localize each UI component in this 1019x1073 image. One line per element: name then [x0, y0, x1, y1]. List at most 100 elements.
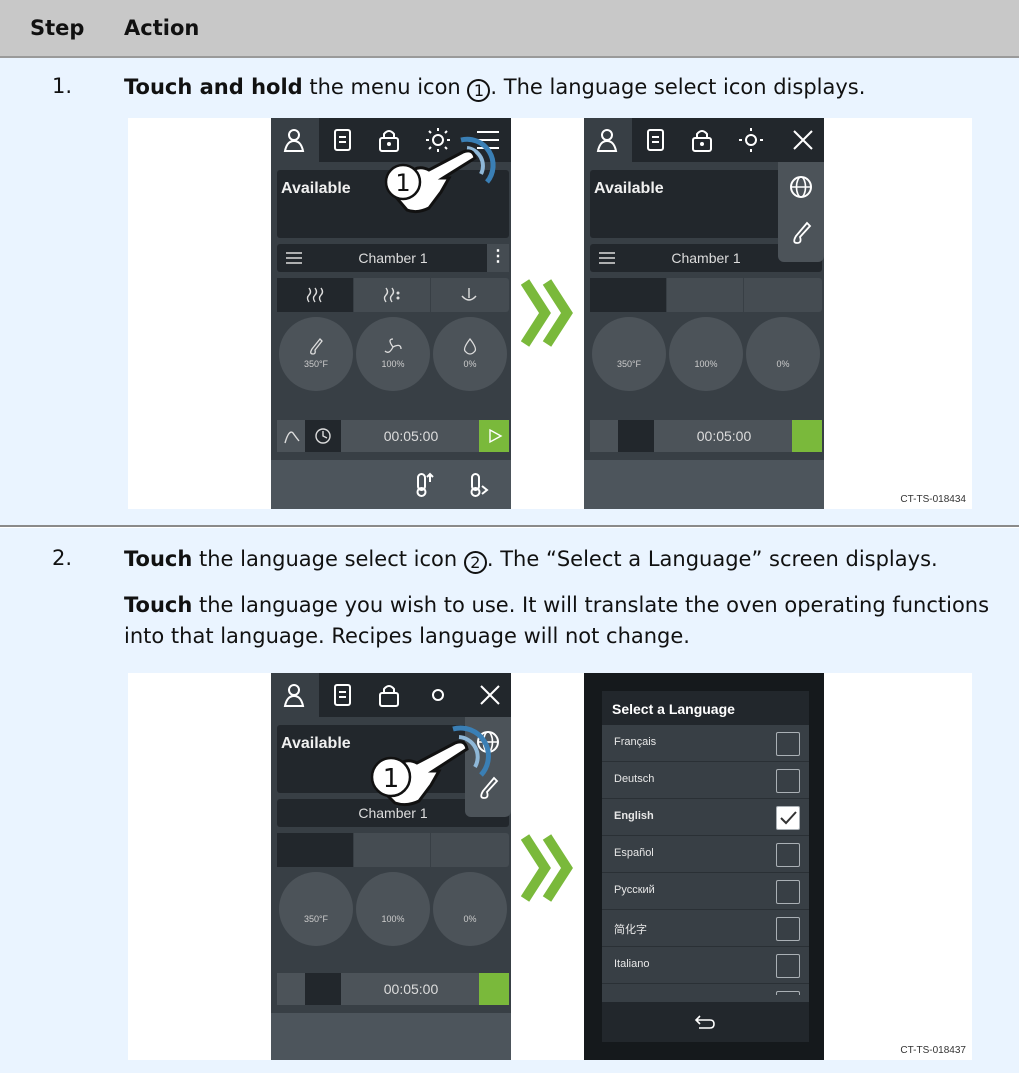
oven-screen: Available Chamber 1 ⋮ 350°F 100% 0% 00:0… [271, 118, 511, 509]
timer-value[interactable]: 00:05:00 [341, 981, 481, 997]
language-option[interactable]: 简化字 [602, 910, 809, 947]
fan-dial[interactable]: 100% [669, 317, 743, 391]
start-button[interactable] [792, 420, 822, 452]
step-text-part: . The language select icon displays. [490, 75, 866, 99]
mode-combi[interactable] [667, 278, 744, 312]
temperature-dial[interactable]: 350°F [279, 317, 353, 391]
step-text-part: the language you wish to use. It will tr… [124, 593, 990, 648]
mode-steam[interactable] [431, 278, 508, 312]
header-step: Step [30, 16, 85, 40]
bottom-bar [584, 460, 824, 509]
mode-selector [277, 833, 509, 867]
lock-icon[interactable] [375, 681, 403, 709]
language-label: Français [614, 736, 657, 748]
touch-hand-icon: 1 [370, 725, 491, 807]
step-number: 2. [52, 546, 73, 570]
mode-combi[interactable] [354, 278, 431, 312]
language-option[interactable]: Nederlands [602, 984, 809, 995]
language-label: Deutsch [614, 773, 655, 785]
brightness-icon[interactable] [737, 126, 765, 154]
timer-mode-selected[interactable] [618, 420, 654, 452]
recipe-book-icon[interactable] [329, 681, 357, 709]
language-option[interactable]: Français [602, 725, 809, 762]
thermometer-settings-icon[interactable] [788, 220, 814, 246]
step-text-part: . The “Select a Language” screen display… [486, 547, 938, 571]
humidity-dial[interactable]: 0% [433, 872, 507, 946]
language-option[interactable]: English [602, 799, 809, 836]
user-icon [283, 129, 305, 152]
language-option[interactable]: Español [602, 836, 809, 873]
probe-curve-icon[interactable] [283, 427, 301, 445]
step-row-1: 1. Touch and hold the menu icon 1. The l… [0, 58, 1019, 527]
mode-convection[interactable] [277, 833, 354, 867]
preheat-icon[interactable] [413, 472, 437, 498]
play-icon [489, 428, 503, 444]
checkmark-icon [780, 811, 797, 825]
temperature-dial[interactable]: 350°F [279, 872, 353, 946]
timer-mode-selected[interactable] [305, 973, 341, 1005]
language-list[interactable]: Français Deutsch English Español Русский 简化字 I… [602, 725, 809, 995]
fan-dial[interactable]: 100% [356, 872, 430, 946]
language-option[interactable]: Deutsch [602, 762, 809, 799]
top-bar [584, 118, 824, 162]
lock-icon[interactable] [688, 126, 716, 154]
mode-selector [277, 278, 509, 312]
timer-bar: 00:05:00 [277, 420, 509, 452]
close-icon[interactable] [789, 126, 817, 154]
brightness-icon[interactable] [424, 681, 452, 709]
step-bold-text: Touch and hold [124, 75, 303, 99]
mode-convection[interactable] [590, 278, 667, 312]
figure-id: CT-TS-018437 [900, 1045, 966, 1056]
cooldown-icon[interactable] [467, 472, 491, 498]
close-icon[interactable] [476, 681, 504, 709]
recipe-book-icon[interactable] [329, 126, 357, 154]
humidity-dial[interactable]: 0% [433, 317, 507, 391]
recipe-book-icon[interactable] [642, 126, 670, 154]
bottom-bar [271, 460, 511, 509]
language-checkbox[interactable] [776, 806, 800, 830]
back-arrow-icon[interactable] [694, 1012, 716, 1032]
chamber-label: Chamber 1 [358, 250, 428, 266]
language-checkbox[interactable] [776, 732, 800, 756]
chamber-bar[interactable]: Chamber 1 ⋮ [277, 244, 509, 272]
figure-id: CT-TS-018434 [900, 494, 966, 505]
mode-convection[interactable] [277, 278, 354, 312]
timer-value[interactable]: 00:05:00 [654, 428, 794, 444]
mode-combi[interactable] [354, 833, 431, 867]
side-menu [778, 162, 824, 262]
fan-dial[interactable]: 100% [356, 317, 430, 391]
start-button[interactable] [479, 973, 509, 1005]
step-text-2: Touch the language you wish to use. It w… [124, 590, 1004, 652]
humidity-value: 0% [463, 914, 477, 924]
language-option[interactable]: Русский [602, 873, 809, 910]
language-checkbox[interactable] [776, 954, 800, 978]
language-checkbox[interactable] [776, 769, 800, 793]
figure-panel: Available Chamber 1 350°F 100% 0% 00:05:… [128, 673, 972, 1060]
step-bold-text: Touch [124, 593, 193, 617]
language-checkbox[interactable] [776, 843, 800, 867]
mode-selector [590, 278, 822, 312]
fan-value: 100% [381, 914, 405, 924]
user-icon [283, 684, 305, 707]
steam-icon [461, 288, 477, 301]
language-checkbox[interactable] [776, 880, 800, 904]
language-option[interactable]: Italiano [602, 947, 809, 984]
status-text: Available [281, 735, 351, 752]
start-button[interactable] [479, 420, 509, 452]
dialog-header: Select a Language [602, 691, 809, 725]
more-options-icon[interactable]: ⋮ [487, 244, 509, 272]
mode-steam[interactable] [431, 833, 508, 867]
timer-value[interactable]: 00:05:00 [341, 428, 481, 444]
fan-value: 100% [381, 359, 405, 369]
double-chevron-right-icon [521, 279, 573, 347]
language-label: Русский [614, 884, 655, 896]
language-checkbox[interactable] [776, 991, 800, 995]
globe-icon[interactable] [788, 174, 814, 200]
language-checkbox[interactable] [776, 917, 800, 941]
heat-waves-icon [306, 287, 324, 303]
timer-mode-selected[interactable] [305, 420, 341, 452]
clock-icon [315, 428, 331, 444]
mode-steam[interactable] [744, 278, 821, 312]
humidity-dial[interactable]: 0% [746, 317, 820, 391]
temperature-dial[interactable]: 350°F [592, 317, 666, 391]
